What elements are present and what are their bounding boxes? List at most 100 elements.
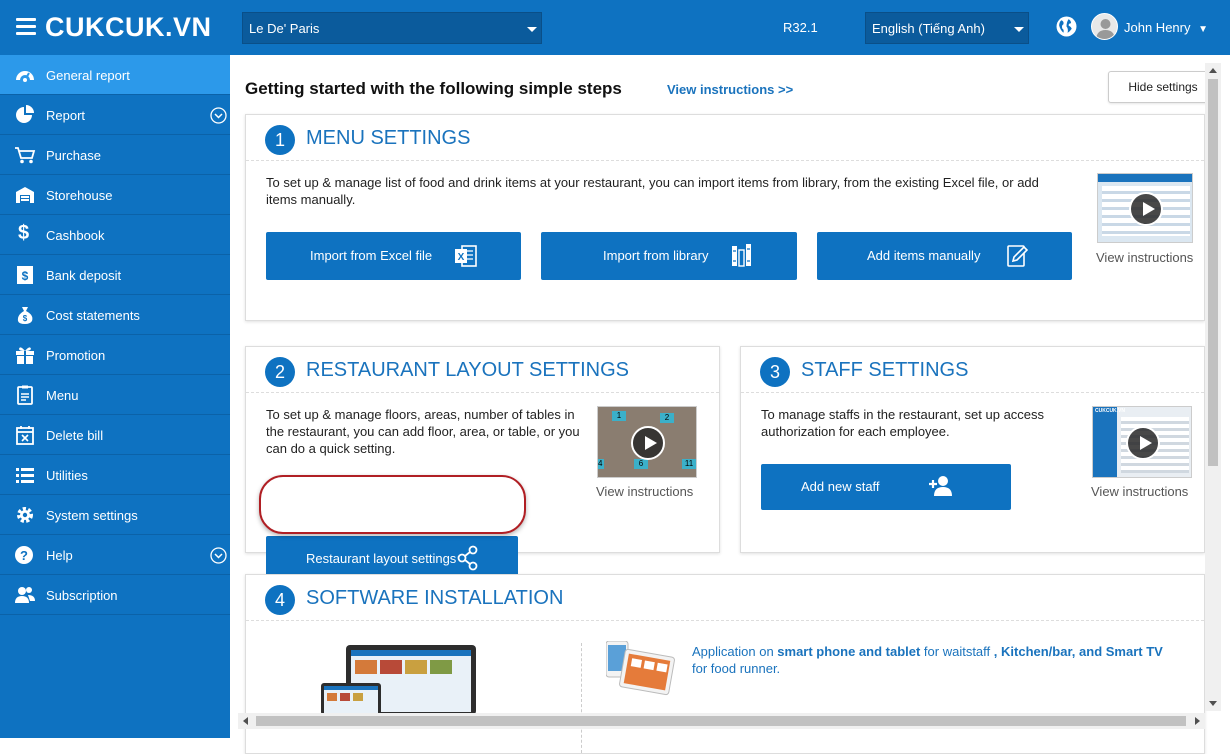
sidebar-item-bank-deposit[interactable]: $ Bank deposit xyxy=(0,255,230,295)
import-excel-button[interactable]: Import from Excel file X xyxy=(266,232,521,280)
panel-title: SOFTWARE INSTALLATION xyxy=(306,587,564,609)
panel-header: 1 MENU SETTINGS xyxy=(246,115,1204,161)
import-library-button[interactable]: Import from library xyxy=(541,232,797,280)
scroll-left-icon[interactable] xyxy=(243,717,248,725)
staff-settings-panel: 3 STAFF SETTINGS To manage staffs in the… xyxy=(740,346,1205,553)
sidebar-item-label: Storehouse xyxy=(46,188,113,203)
button-label: Import from library xyxy=(603,248,709,263)
user-avatar[interactable] xyxy=(1091,13,1118,40)
button-label: Import from Excel file xyxy=(310,248,433,263)
hamburger-menu-icon[interactable] xyxy=(16,18,36,35)
sidebar-item-utilities[interactable]: Utilities xyxy=(0,455,230,495)
users-icon xyxy=(15,587,35,603)
step-number: 2 xyxy=(265,357,295,387)
panel-header: 4 SOFTWARE INSTALLATION xyxy=(246,575,1204,621)
button-label: Add new staff xyxy=(801,479,880,494)
sidebar-item-label: Cost statements xyxy=(46,308,140,323)
sidebar-item-label: Cashbook xyxy=(46,228,105,243)
app-text: for food runner. xyxy=(692,661,781,676)
horizontal-scrollbar[interactable] xyxy=(238,713,1205,729)
svg-text:X: X xyxy=(458,252,465,263)
restaurant-select-value: Le De' Paris xyxy=(249,21,320,36)
calendar-x-icon xyxy=(16,426,34,445)
play-icon xyxy=(631,426,665,460)
view-instructions-caption[interactable]: View instructions xyxy=(1091,484,1188,499)
version-label: R32.1 xyxy=(783,20,818,35)
sidebar-item-general-report[interactable]: General report xyxy=(0,55,230,95)
sidebar-item-purchase[interactable]: Purchase xyxy=(0,135,230,175)
scroll-up-icon[interactable] xyxy=(1209,68,1217,73)
add-items-manually-button[interactable]: Add items manually xyxy=(817,232,1072,280)
sidebar-item-menu[interactable]: Menu xyxy=(0,375,230,415)
panel-header: 2 RESTAURANT LAYOUT SETTINGS xyxy=(246,347,719,393)
sidebar-item-label: Delete bill xyxy=(46,428,104,443)
table-marker: 11 xyxy=(682,459,696,469)
sidebar-item-label: Help xyxy=(46,548,73,563)
button-label: Restaurant layout settings xyxy=(306,551,457,566)
video-thumbnail[interactable] xyxy=(1097,173,1193,243)
scroll-down-icon[interactable] xyxy=(1209,701,1217,706)
sidebar-item-cashbook[interactable]: $ Cashbook xyxy=(0,215,230,255)
video-thumbnail[interactable]: 1 2 6 11 4 xyxy=(597,406,697,478)
sidebar-item-label: Utilities xyxy=(46,468,88,483)
list-icon xyxy=(16,468,34,483)
sidebar-item-system-settings[interactable]: System settings xyxy=(0,495,230,535)
svg-text:$: $ xyxy=(22,269,29,283)
table-marker: 1 xyxy=(612,411,626,421)
panel-description: To manage staffs in the restaurant, set … xyxy=(761,407,1045,439)
video-thumbnail[interactable]: CUKCUK.VN xyxy=(1092,406,1192,478)
sidebar-item-subscription[interactable]: Subscription xyxy=(0,575,230,615)
panel-title: MENU SETTINGS xyxy=(306,127,471,149)
sidebar-item-storehouse[interactable]: Storehouse xyxy=(0,175,230,215)
main-content: Getting started with the following simpl… xyxy=(230,55,1230,754)
globe-icon[interactable] xyxy=(1056,16,1077,37)
add-user-icon xyxy=(929,476,952,496)
sidebar-item-label: Report xyxy=(46,108,86,123)
edit-document-icon xyxy=(1007,245,1029,267)
view-instructions-caption[interactable]: View instructions xyxy=(1096,250,1193,265)
sidebar-item-delete-bill[interactable]: Delete bill xyxy=(0,415,230,455)
app-logo[interactable]: CUKCUK.VN xyxy=(45,12,212,43)
vertical-scrollbar[interactable] xyxy=(1205,63,1221,711)
view-instructions-link[interactable]: View instructions >> xyxy=(667,82,793,97)
sidebar-item-label: Menu xyxy=(46,388,79,403)
dashboard-icon xyxy=(16,71,34,82)
language-select[interactable]: English (Tiếng Anh) xyxy=(865,12,1029,44)
sidebar-item-cost-statements[interactable]: $ Cost statements xyxy=(0,295,230,335)
app-text-bold: smart phone and tablet xyxy=(777,644,921,659)
sidebar-item-promotion[interactable]: Promotion xyxy=(0,335,230,375)
cart-icon xyxy=(15,147,36,164)
thumbnail-bar xyxy=(1098,174,1192,182)
chevron-down-icon xyxy=(1014,27,1024,32)
sidebar-item-report[interactable]: Report xyxy=(0,95,230,135)
restaurant-select[interactable]: Le De' Paris xyxy=(242,12,542,44)
hide-settings-button[interactable]: Hide settings xyxy=(1108,71,1218,103)
panel-title: STAFF SETTINGS xyxy=(801,359,969,381)
library-books-icon xyxy=(732,244,751,267)
sidebar-item-label: System settings xyxy=(46,508,138,523)
user-menu[interactable]: John Henry ▼ xyxy=(1124,20,1208,35)
sidebar-item-help[interactable]: ? Help xyxy=(0,535,230,575)
sidebar-item-label: Subscription xyxy=(46,588,118,603)
highlight-ring xyxy=(259,475,526,534)
top-bar: CUKCUK.VN Le De' Paris R32.1 English (Ti… xyxy=(0,0,1230,55)
tablet-phone-icon xyxy=(606,641,675,696)
section-divider xyxy=(581,643,582,753)
scrollbar-thumb[interactable] xyxy=(256,716,1186,726)
chevron-down-circle-icon xyxy=(210,547,227,564)
svg-text:$: $ xyxy=(23,314,28,323)
panel-description: To set up & manage floors, areas, number… xyxy=(266,407,580,456)
pie-chart-icon xyxy=(16,105,34,123)
clipboard-icon xyxy=(17,385,33,405)
scrollbar-thumb[interactable] xyxy=(1208,79,1218,466)
add-new-staff-button[interactable]: Add new staff xyxy=(761,464,1011,510)
dollar-icon: $ xyxy=(18,222,30,244)
step-number: 4 xyxy=(265,585,295,615)
panel-header: 3 STAFF SETTINGS xyxy=(741,347,1204,393)
scroll-right-icon[interactable] xyxy=(1195,717,1200,725)
step-number: 1 xyxy=(265,125,295,155)
sidebar-item-label: General report xyxy=(46,68,130,83)
step-number: 3 xyxy=(760,357,790,387)
view-instructions-caption[interactable]: View instructions xyxy=(596,484,693,499)
share-nodes-icon xyxy=(457,545,478,571)
